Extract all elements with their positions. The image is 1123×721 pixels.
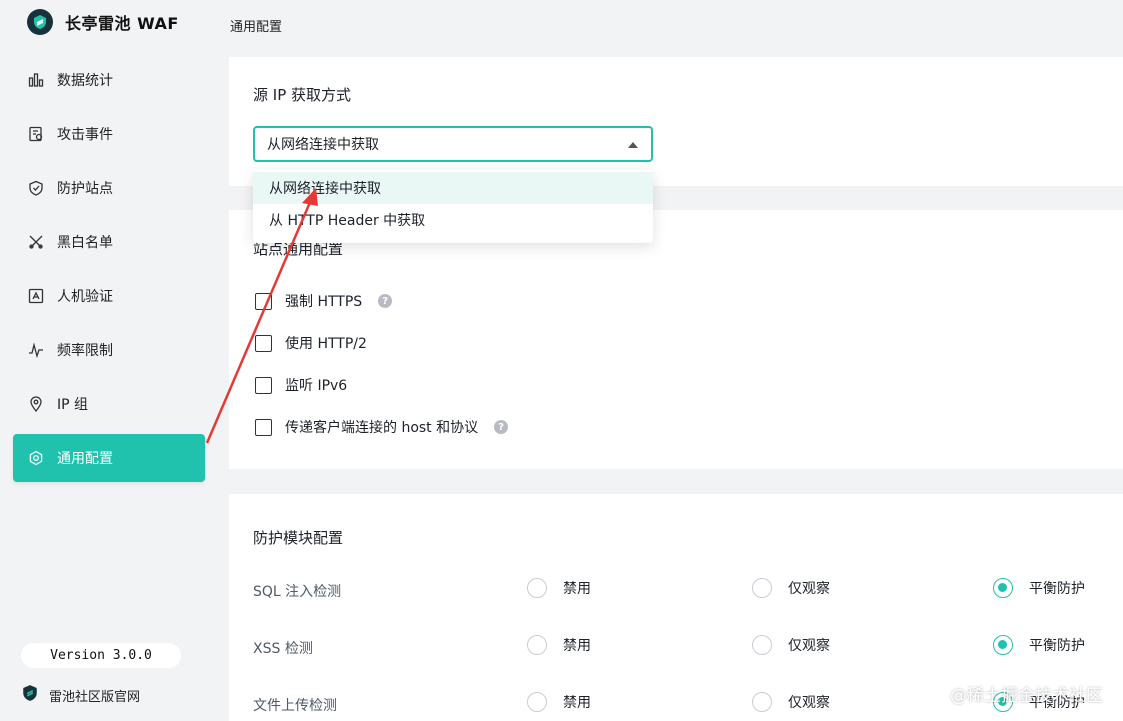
radio-circle[interactable] bbox=[752, 692, 772, 712]
radio-circle[interactable] bbox=[527, 692, 547, 712]
source-ip-title: 源 IP 获取方式 bbox=[253, 86, 352, 104]
source-ip-dropdown-menu: 从网络连接中获取 从 HTTP Header 中获取 bbox=[253, 170, 653, 243]
dropdown-option-network[interactable]: 从网络连接中获取 bbox=[253, 172, 653, 204]
pulse-icon bbox=[27, 341, 45, 359]
radio-label: 仅观察 bbox=[788, 581, 830, 597]
radio-label: 禁用 bbox=[563, 695, 591, 711]
checkbox[interactable] bbox=[255, 292, 272, 310]
captcha-icon bbox=[27, 287, 45, 305]
option-label: 强制 HTTPS bbox=[285, 294, 363, 310]
bar-chart-icon bbox=[27, 71, 45, 89]
source-ip-card: 源 IP 获取方式 从网络连接中获取 bbox=[229, 57, 1123, 186]
radio-circle[interactable] bbox=[993, 635, 1013, 655]
logo-small-icon bbox=[21, 684, 39, 706]
option-force-https[interactable]: 强制 HTTPS ? bbox=[255, 291, 393, 311]
sidebar-item-sites[interactable]: 防护站点 bbox=[13, 164, 205, 212]
help-icon[interactable]: ? bbox=[378, 294, 393, 308]
sidebar-item-label: 人机验证 bbox=[57, 289, 113, 305]
help-icon[interactable]: ? bbox=[494, 420, 509, 434]
checkbox[interactable] bbox=[255, 376, 272, 394]
radio-label: 禁用 bbox=[563, 581, 591, 597]
version-badge: Version 3.0.0 bbox=[21, 643, 181, 668]
option-label: 监听 IPv6 bbox=[285, 378, 348, 394]
sidebar-item-blackwhite[interactable]: 黑白名单 bbox=[13, 218, 205, 266]
checkbox[interactable] bbox=[255, 334, 272, 352]
app-title: 长亭雷池 WAF bbox=[65, 14, 179, 33]
radio-balance[interactable]: 平衡防护 bbox=[993, 635, 1085, 655]
radio-disable[interactable]: 禁用 bbox=[527, 635, 591, 655]
module-row-xss: XSS 检测 禁用 仅观察 平衡防护 bbox=[253, 635, 1113, 659]
radio-label: 平衡防护 bbox=[1029, 638, 1085, 654]
sidebar-item-ipgroup[interactable]: IP 组 bbox=[13, 380, 205, 428]
checkbox[interactable] bbox=[255, 418, 272, 436]
event-list-icon bbox=[27, 125, 45, 143]
radio-disable[interactable]: 禁用 bbox=[527, 692, 591, 712]
source-ip-select[interactable]: 从网络连接中获取 bbox=[253, 126, 653, 162]
gear-icon bbox=[27, 449, 45, 467]
caret-up-icon bbox=[628, 142, 638, 148]
breadcrumb: 通用配置 bbox=[230, 20, 283, 35]
location-icon bbox=[27, 395, 45, 413]
radio-label: 仅观察 bbox=[788, 695, 830, 711]
site-config-card: 站点通用配置 强制 HTTPS ? 使用 HTTP/2 监听 IPv6 传递客户… bbox=[229, 210, 1123, 469]
shield-icon bbox=[27, 179, 45, 197]
radio-circle[interactable] bbox=[752, 578, 772, 598]
sidebar-item-label: IP 组 bbox=[57, 397, 89, 413]
radio-observe[interactable]: 仅观察 bbox=[752, 692, 830, 712]
sidebar-item-stats[interactable]: 数据统计 bbox=[13, 56, 205, 104]
sidebar: 长亭雷池 WAF 数据统计 攻击事件 防护站点 黑白名单 人机验证 频率限制 I… bbox=[0, 0, 218, 721]
radio-observe[interactable]: 仅观察 bbox=[752, 578, 830, 598]
sidebar-item-captcha[interactable]: 人机验证 bbox=[13, 272, 205, 320]
sidebar-nav: 数据统计 攻击事件 防护站点 黑白名单 人机验证 频率限制 IP 组 通用配置 bbox=[13, 56, 205, 488]
dropdown-option-http-header[interactable]: 从 HTTP Header 中获取 bbox=[253, 204, 653, 236]
option-http2[interactable]: 使用 HTTP/2 bbox=[255, 333, 367, 353]
radio-circle[interactable] bbox=[527, 578, 547, 598]
option-label: 使用 HTTP/2 bbox=[285, 336, 367, 352]
tools-icon bbox=[27, 233, 45, 251]
radio-observe[interactable]: 仅观察 bbox=[752, 635, 830, 655]
sidebar-item-label: 攻击事件 bbox=[57, 127, 113, 143]
radio-circle[interactable] bbox=[527, 635, 547, 655]
sidebar-item-label: 通用配置 bbox=[57, 451, 113, 467]
radio-label: 平衡防护 bbox=[1029, 581, 1085, 597]
sidebar-item-label: 频率限制 bbox=[57, 343, 113, 359]
brand[interactable]: 长亭雷池 WAF bbox=[27, 9, 179, 35]
radio-disable[interactable]: 禁用 bbox=[527, 578, 591, 598]
logo-icon bbox=[27, 9, 53, 35]
sidebar-item-ratelimit[interactable]: 频率限制 bbox=[13, 326, 205, 374]
watermark: @稀土掘金技术社区 bbox=[950, 686, 1103, 706]
module-row-sql: SQL 注入检测 禁用 仅观察 平衡防护 bbox=[253, 578, 1113, 602]
official-site-link[interactable]: 雷池社区版官网 bbox=[21, 684, 140, 706]
modules-title: 防护模块配置 bbox=[253, 529, 344, 547]
sidebar-item-label: 数据统计 bbox=[57, 73, 113, 89]
source-ip-select-value: 从网络连接中获取 bbox=[267, 137, 379, 153]
sidebar-item-label: 防护站点 bbox=[57, 181, 113, 197]
option-ipv6[interactable]: 监听 IPv6 bbox=[255, 375, 347, 395]
official-site-label: 雷池社区版官网 bbox=[49, 689, 141, 705]
option-pass-host[interactable]: 传递客户端连接的 host 和协议 ? bbox=[255, 417, 509, 437]
sidebar-item-general-config[interactable]: 通用配置 bbox=[13, 434, 205, 482]
radio-label: 禁用 bbox=[563, 638, 591, 654]
radio-circle[interactable] bbox=[993, 578, 1013, 598]
module-label: 文件上传检测 bbox=[253, 698, 337, 714]
option-label: 传递客户端连接的 host 和协议 bbox=[285, 420, 479, 436]
sidebar-item-label: 黑白名单 bbox=[57, 235, 113, 251]
sidebar-item-events[interactable]: 攻击事件 bbox=[13, 110, 205, 158]
radio-label: 仅观察 bbox=[788, 638, 830, 654]
radio-circle[interactable] bbox=[752, 635, 772, 655]
module-label: SQL 注入检测 bbox=[253, 584, 342, 600]
module-label: XSS 检测 bbox=[253, 641, 313, 657]
radio-balance[interactable]: 平衡防护 bbox=[993, 578, 1085, 598]
